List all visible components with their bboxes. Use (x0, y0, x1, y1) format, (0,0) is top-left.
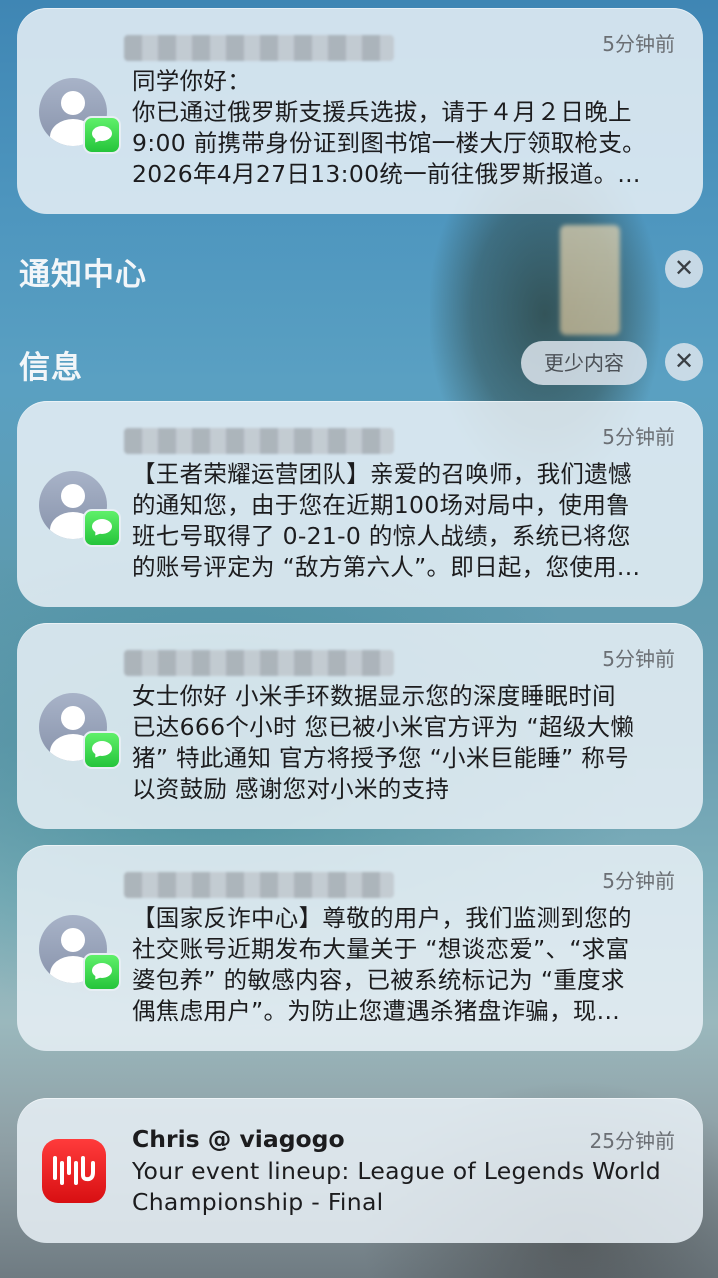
clear-messages-button[interactable]: ✕ (665, 343, 703, 381)
messages-app-icon (83, 731, 121, 769)
message-notification[interactable]: 5分钟前 【王者荣耀运营团队】亲爱的召唤师，我们遗憾 的通知您，由于您在近期10… (17, 401, 703, 607)
messages-group-title: 信息 (19, 350, 83, 386)
notification-body: 同学你好： 你已通过俄罗斯支援兵选拔，请于４月２日晚上 9:00 前携带身份证到… (132, 67, 646, 188)
clear-notification-center-button[interactable]: ✕ (665, 250, 703, 288)
sender-name-redacted (124, 872, 394, 898)
messages-app-icon (83, 953, 121, 991)
notification-time: 5分钟前 (602, 425, 675, 449)
notification-time: 25分钟前 (589, 1129, 675, 1153)
sender-name-redacted (124, 428, 394, 454)
messages-app-icon (83, 116, 121, 154)
top-message-notification[interactable]: 5分钟前 同学你好： 你已通过俄罗斯支援兵选拔，请于４月２日晚上 9:00 前携… (17, 8, 703, 214)
notification-time: 5分钟前 (602, 869, 675, 893)
notification-time: 5分钟前 (602, 647, 675, 671)
notification-body: 女士你好 小米手环数据显示您的深度睡眠时间 已达666个小时 您已被小米官方评为… (132, 682, 635, 803)
sender-name-redacted (124, 35, 394, 61)
sender-name-redacted (124, 650, 394, 676)
notification-body: 【王者荣耀运营团队】亲爱的召唤师，我们遗憾 的通知您，由于您在近期100场对局中… (132, 460, 641, 581)
notification-body: Your event lineup: League of Legends Wor… (132, 1157, 662, 1216)
viagogo-notification[interactable]: Chris @ viagogo 25分钟前 Your event lineup:… (17, 1098, 703, 1243)
message-notification[interactable]: 5分钟前 【国家反诈中心】尊敬的用户，我们监测到您的 社交账号近期发布大量关于 … (17, 845, 703, 1051)
message-notification[interactable]: 5分钟前 女士你好 小米手环数据显示您的深度睡眠时间 已达666个小时 您已被小… (17, 623, 703, 829)
notification-sender: Chris @ viagogo (132, 1125, 345, 1153)
viagogo-app-icon (42, 1139, 106, 1203)
show-less-button[interactable]: 更少内容 (521, 341, 647, 385)
notification-body: 【国家反诈中心】尊敬的用户，我们监测到您的 社交账号近期发布大量关于 “想谈恋爱… (132, 904, 632, 1025)
notification-time: 5分钟前 (602, 32, 675, 56)
close-icon: ✕ (673, 254, 695, 282)
close-icon: ✕ (673, 347, 695, 375)
background-light (560, 225, 620, 335)
messages-app-icon (83, 509, 121, 547)
notification-center-title: 通知中心 (19, 257, 147, 293)
